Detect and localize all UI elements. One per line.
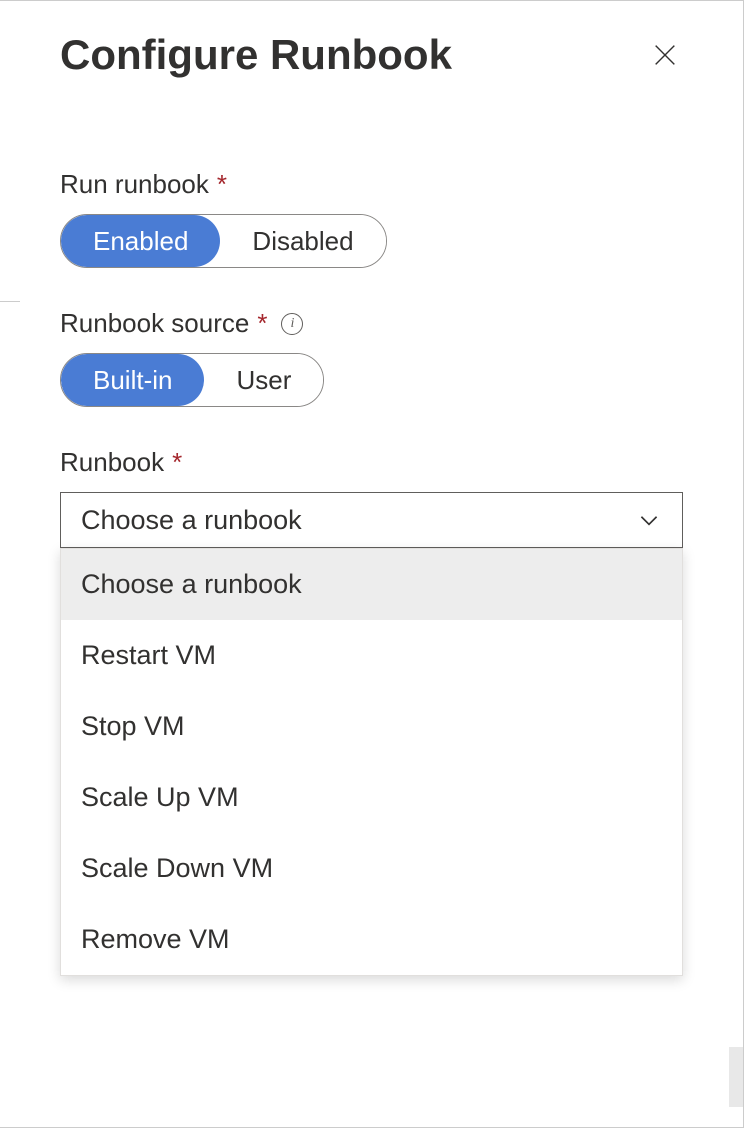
runbook-option-remove-vm[interactable]: Remove VM (61, 904, 682, 975)
close-button[interactable] (647, 37, 683, 73)
runbook-source-toggle: Built-in User (60, 353, 324, 407)
runbook-source-user-option[interactable]: User (204, 354, 323, 406)
runbook-option-restart-vm[interactable]: Restart VM (61, 620, 682, 691)
runbook-dropdown-list: Choose a runbook Restart VM Stop VM Scal… (60, 548, 683, 976)
panel-title: Configure Runbook (60, 31, 452, 79)
run-runbook-label: Run runbook * (60, 169, 683, 200)
run-runbook-disabled-option[interactable]: Disabled (220, 215, 385, 267)
run-runbook-label-text: Run runbook (60, 169, 209, 200)
runbook-dropdown[interactable]: Choose a runbook (60, 492, 683, 548)
required-indicator: * (257, 308, 267, 339)
required-indicator: * (172, 447, 182, 478)
chevron-down-icon (636, 507, 662, 533)
edge-divider (0, 301, 20, 302)
runbook-source-builtin-option[interactable]: Built-in (61, 354, 204, 406)
scrollbar-track[interactable] (729, 1047, 743, 1107)
runbook-label-text: Runbook (60, 447, 164, 478)
info-icon[interactable]: i (281, 313, 303, 335)
runbook-option-stop-vm[interactable]: Stop VM (61, 691, 682, 762)
close-icon (651, 41, 679, 69)
runbook-option-placeholder[interactable]: Choose a runbook (61, 549, 682, 620)
runbook-dropdown-selected: Choose a runbook (81, 505, 302, 536)
runbook-label: Runbook * (60, 447, 683, 478)
run-runbook-toggle: Enabled Disabled (60, 214, 387, 268)
runbook-dropdown-container: Choose a runbook Choose a runbook Restar… (60, 492, 683, 548)
run-runbook-field: Run runbook * Enabled Disabled (60, 169, 683, 268)
required-indicator: * (217, 169, 227, 200)
runbook-option-scale-up-vm[interactable]: Scale Up VM (61, 762, 682, 833)
runbook-source-label-text: Runbook source (60, 308, 249, 339)
run-runbook-enabled-option[interactable]: Enabled (61, 215, 220, 267)
runbook-source-label: Runbook source * i (60, 308, 683, 339)
runbook-source-field: Runbook source * i Built-in User (60, 308, 683, 407)
panel-header: Configure Runbook (60, 31, 683, 79)
runbook-option-scale-down-vm[interactable]: Scale Down VM (61, 833, 682, 904)
configure-runbook-panel: Configure Runbook Run runbook * Enabled … (0, 0, 744, 1128)
runbook-field: Runbook * Choose a runbook Choose a runb… (60, 447, 683, 548)
